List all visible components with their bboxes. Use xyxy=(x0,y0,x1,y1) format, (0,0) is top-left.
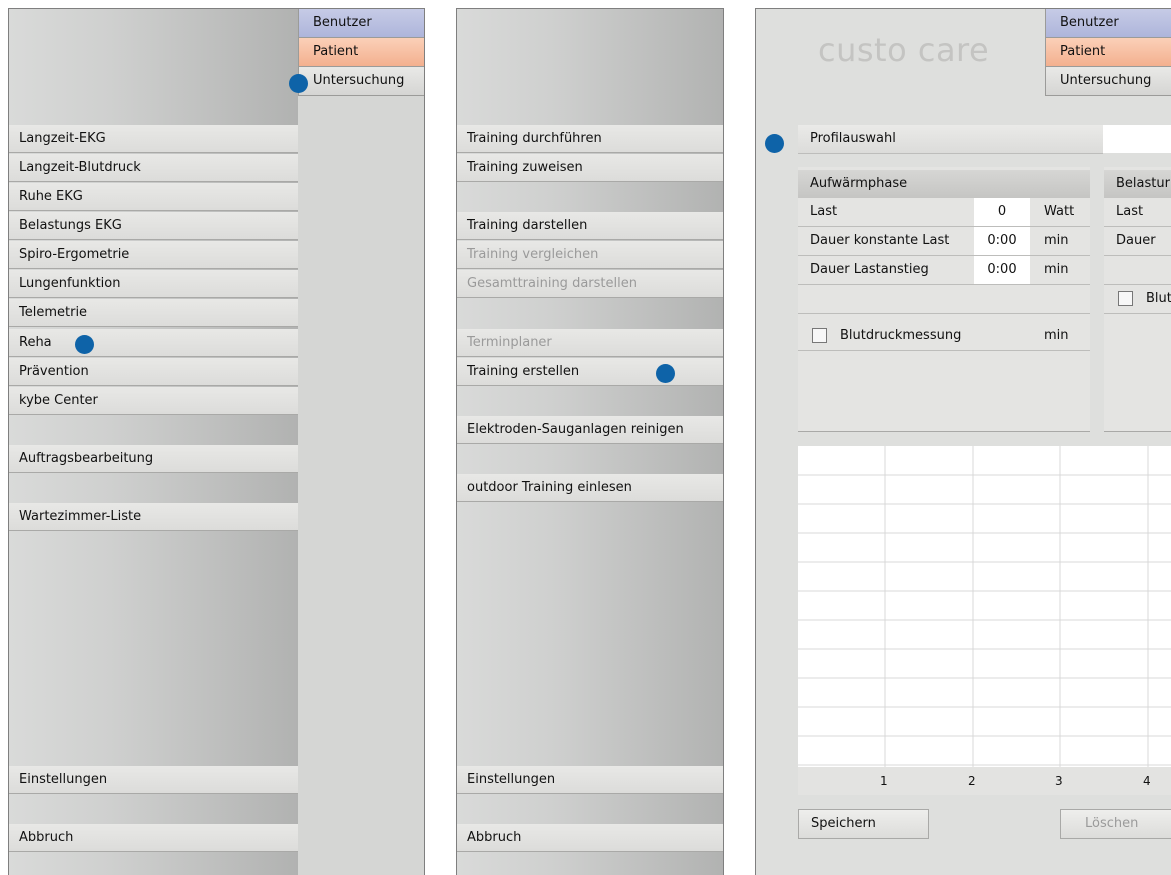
app-logo: custo care xyxy=(818,31,990,69)
load-row-load: Last xyxy=(1104,198,1171,227)
profile-select-label: Profilauswahl xyxy=(798,125,1103,154)
menu-item-wartezimmer-liste[interactable]: Wartezimmer-Liste xyxy=(9,503,298,531)
save-button[interactable]: Speichern xyxy=(798,809,929,839)
tab-benutzer[interactable]: Benutzer xyxy=(1045,9,1171,38)
warmup-row-const-duration: Dauer konstante Last 0:00 min xyxy=(798,227,1090,256)
menu-item-training-darstellen[interactable]: Training darstellen xyxy=(457,212,723,240)
training-editor-screen: custo care Benutzer Patient Untersuchung… xyxy=(755,8,1171,875)
menu-item-training-durchfuehren[interactable]: Training durchführen xyxy=(457,125,723,153)
load-row-empty xyxy=(1104,256,1171,285)
warmup-row-ramp-duration: Dauer Lastanstieg 0:00 min xyxy=(798,256,1090,285)
profile-select-input[interactable] xyxy=(1103,125,1171,153)
x-tick-label: 4 xyxy=(1143,774,1151,788)
load-header: Belastur xyxy=(1104,170,1171,198)
tab-benutzer[interactable]: Benutzer xyxy=(298,9,424,38)
tab-patient[interactable]: Patient xyxy=(298,38,424,67)
menu-item-auftragsbearbeitung[interactable]: Auftragsbearbeitung xyxy=(9,445,298,473)
menu-item-telemetrie[interactable]: Telemetrie xyxy=(9,299,298,327)
tab-untersuchung[interactable]: Untersuchung xyxy=(298,67,424,96)
warmup-row-empty xyxy=(798,285,1090,314)
field-label: Blut xyxy=(1146,291,1171,306)
bp-checkbox[interactable] xyxy=(812,328,827,343)
menu-item-terminplaner[interactable]: Terminplaner xyxy=(457,329,723,357)
marker-dot xyxy=(656,364,675,383)
x-tick-label: 1 xyxy=(880,774,888,788)
field-unit: min xyxy=(1044,233,1069,248)
load-input[interactable]: 0 xyxy=(974,198,1030,226)
field-label: Last xyxy=(810,204,838,219)
menu-item-lungenfunktion[interactable]: Lungenfunktion xyxy=(9,270,298,298)
cancel-button[interactable]: Abbruch xyxy=(9,824,298,852)
delete-button[interactable]: Löschen xyxy=(1060,809,1171,839)
warmup-panel: Aufwärmphase Last 0 Watt Dauer konstante… xyxy=(798,167,1090,432)
field-label: Dauer Lastanstieg xyxy=(810,262,929,277)
profile-chart: 1 2 3 4 xyxy=(798,446,1171,795)
warmup-row-bp: Blutdruckmessung min xyxy=(798,322,1090,351)
warmup-row-load: Last 0 Watt xyxy=(798,198,1090,227)
menu-item-langzeit-ekg[interactable]: Langzeit-EKG xyxy=(9,125,298,153)
cancel-button[interactable]: Abbruch xyxy=(457,824,723,852)
field-unit: min xyxy=(1044,262,1069,277)
right-panel xyxy=(298,9,424,875)
load-row-bp: Blut xyxy=(1104,285,1171,314)
chart-grid xyxy=(798,446,1171,795)
menu-item-training-zuweisen[interactable]: Training zuweisen xyxy=(457,154,723,182)
load-panel: Belastur Last Dauer Blut xyxy=(1104,167,1171,432)
menu-item-training-vergleichen[interactable]: Training vergleichen xyxy=(457,241,723,269)
menu-item-outdoor-training[interactable]: outdoor Training einlesen xyxy=(457,474,723,502)
warmup-header: Aufwärmphase xyxy=(798,170,1090,198)
menu-item-belastungs-ekg[interactable]: Belastungs EKG xyxy=(9,212,298,240)
field-unit: min xyxy=(1044,328,1069,343)
x-tick-label: 3 xyxy=(1055,774,1063,788)
menu-item-spiro-ergometrie[interactable]: Spiro-Ergometrie xyxy=(9,241,298,269)
field-unit: Watt xyxy=(1044,204,1075,219)
main-menu-screen: Benutzer Patient Untersuchung Langzeit-E… xyxy=(8,8,425,875)
ramp-duration-input[interactable]: 0:00 xyxy=(974,256,1030,284)
menu-item-elektroden-reinigen[interactable]: Elektroden-Sauganlagen reinigen xyxy=(457,416,723,444)
marker-dot xyxy=(75,335,94,354)
tab-patient[interactable]: Patient xyxy=(1045,38,1171,67)
menu-item-training-erstellen[interactable]: Training erstellen xyxy=(457,358,723,386)
x-tick-label: 2 xyxy=(968,774,976,788)
menu-item-kybe-center[interactable]: kybe Center xyxy=(9,387,298,415)
menu-item-praevention[interactable]: Prävention xyxy=(9,358,298,386)
settings-button[interactable]: Einstellungen xyxy=(457,766,723,794)
field-label: Dauer konstante Last xyxy=(810,233,950,248)
bp-checkbox[interactable] xyxy=(1118,291,1133,306)
marker-dot xyxy=(765,134,784,153)
training-menu-screen: Training durchführen Training zuweisen T… xyxy=(456,8,724,875)
settings-button[interactable]: Einstellungen xyxy=(9,766,298,794)
menu-item-ruhe-ekg[interactable]: Ruhe EKG xyxy=(9,183,298,211)
tab-untersuchung[interactable]: Untersuchung xyxy=(1045,67,1171,96)
menu-item-gesamttraining-darstellen[interactable]: Gesamttraining darstellen xyxy=(457,270,723,298)
marker-dot xyxy=(289,74,308,93)
load-row-duration: Dauer xyxy=(1104,227,1171,256)
const-duration-input[interactable]: 0:00 xyxy=(974,227,1030,255)
menu-item-langzeit-blutdruck[interactable]: Langzeit-Blutdruck xyxy=(9,154,298,182)
field-label: Blutdruckmessung xyxy=(840,328,962,343)
menu-item-reha[interactable]: Reha xyxy=(9,329,298,357)
